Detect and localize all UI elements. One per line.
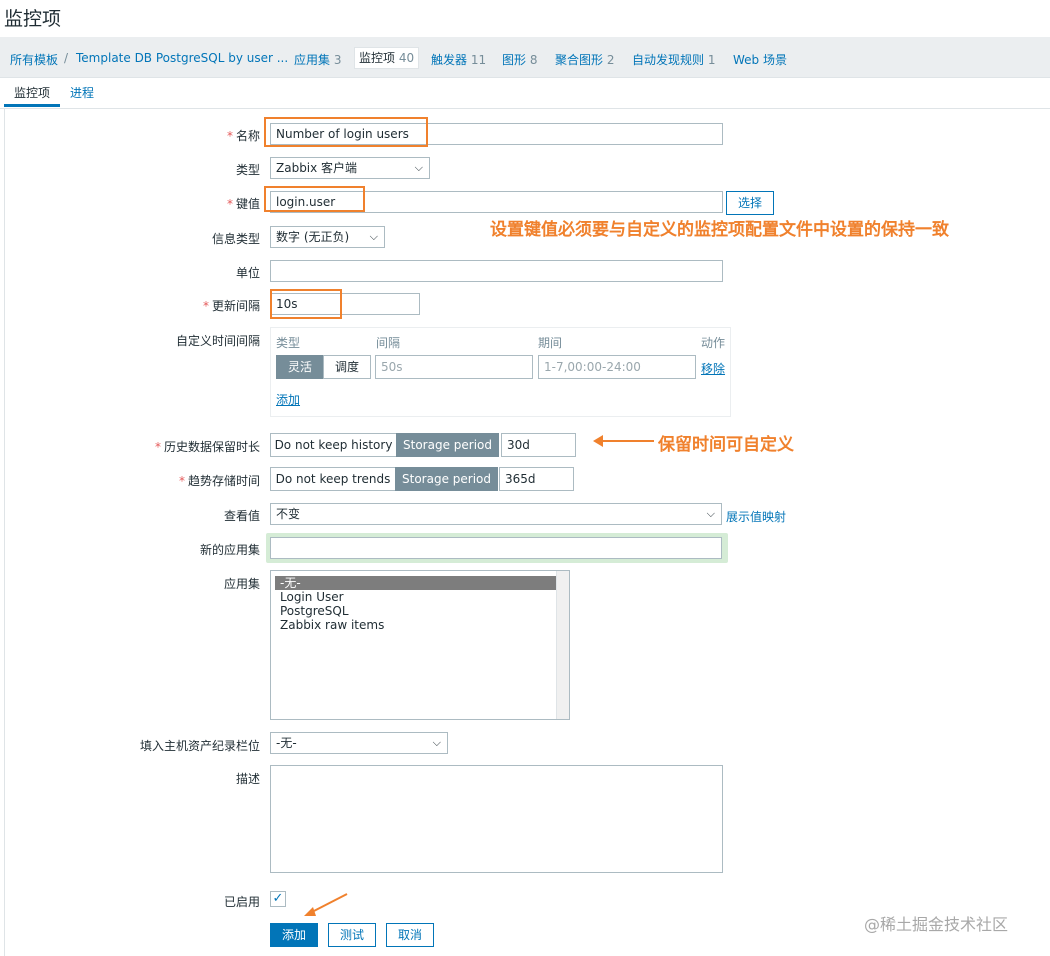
arrow-icon [304, 893, 348, 916]
custom-intervals-header-action: 动作 [701, 336, 726, 350]
chevron-down-icon: ⌵ [414, 161, 423, 174]
list-item[interactable]: -无- [275, 576, 557, 590]
scheduling-toggle[interactable]: 调度 [323, 355, 371, 379]
breadcrumb-separator: / [64, 51, 69, 65]
trends-label: * 趋势存储时间 [178, 474, 260, 488]
key-highlight-box [264, 186, 365, 212]
chevron-down-icon: ⌵ [706, 507, 715, 520]
interval-input[interactable]: 50s [375, 355, 533, 379]
new-application-label: 新的应用集 [199, 543, 260, 557]
show-value-select[interactable]: 不变 ⌵ [270, 503, 722, 525]
nav-discovery-rules[interactable]: 自动发现规则 1 [632, 51, 715, 68]
list-item[interactable]: Zabbix raw items [275, 618, 557, 632]
trends-period-input[interactable]: 365d [499, 467, 574, 491]
watermark: @稀土掘金技术社区 [864, 915, 1009, 934]
history-storage-period-toggle[interactable]: Storage period [396, 433, 499, 457]
name-label: * 名称 [226, 129, 260, 143]
show-value-label: 查看值 [223, 509, 260, 523]
inventory-select[interactable]: -无- ⌵ [270, 732, 448, 754]
trends-do-not-keep-toggle[interactable]: Do not keep trends [270, 467, 396, 491]
custom-intervals-header-period: 期间 [538, 336, 563, 350]
remove-interval-link[interactable]: 移除 [701, 360, 725, 377]
custom-intervals-header-type: 类型 [276, 336, 301, 350]
tab-item[interactable]: 监控项 [14, 84, 50, 101]
arrow-left-icon [593, 435, 603, 447]
breadcrumb-template[interactable]: Template DB PostgreSQL by user ... [76, 51, 288, 65]
type-select[interactable]: Zabbix 客户端 ⌵ [270, 157, 430, 179]
description-textarea[interactable] [270, 765, 723, 873]
history-label: * 历史数据保留时长 [154, 440, 260, 454]
enabled-label: 已启用 [223, 895, 260, 909]
chevron-down-icon: ⌵ [432, 736, 441, 749]
listbox-scrollbar[interactable] [556, 571, 569, 719]
type-label: 类型 [235, 163, 260, 177]
flexible-toggle[interactable]: 灵活 [276, 355, 324, 379]
nav-screens[interactable]: 聚合图形 2 [555, 51, 614, 68]
history-do-not-keep-toggle[interactable]: Do not keep history [270, 433, 397, 457]
period-input[interactable]: 1-7,00:00-24:00 [538, 355, 696, 379]
applications-listbox[interactable]: -无- Login User PostgreSQL Zabbix raw ite… [270, 570, 570, 720]
info-type-select[interactable]: 数字 (无正负) ⌵ [270, 226, 385, 248]
update-interval-highlight-box [270, 289, 342, 319]
custom-intervals-header-interval: 间隔 [376, 336, 401, 350]
applications-label: 应用集 [223, 577, 260, 591]
list-item[interactable]: PostgreSQL [275, 604, 557, 618]
new-application-input[interactable] [270, 537, 722, 559]
add-interval-link[interactable]: 添加 [276, 391, 300, 408]
breadcrumb-all-templates[interactable]: 所有模板 [10, 51, 58, 68]
update-interval-label: * 更新间隔 [202, 299, 260, 313]
custom-intervals-label: 自定义时间间隔 [175, 334, 260, 348]
value-mapping-link[interactable]: 展示值映射 [726, 508, 786, 525]
description-label: 描述 [235, 772, 260, 786]
nav-graphs[interactable]: 图形 8 [502, 51, 537, 68]
test-button[interactable]: 测试 [328, 923, 376, 947]
history-arrow-line [596, 440, 654, 442]
chevron-down-icon: ⌵ [369, 230, 378, 243]
key-annotation: 设置键值必须要与自定义的监控项配置文件中设置的保持一致 [490, 220, 949, 240]
page-title: 监控项 [4, 8, 62, 30]
enabled-checkbox[interactable]: ✓ [270, 891, 286, 907]
tab-active-indicator [4, 104, 60, 107]
tab-preprocessing[interactable]: 进程 [70, 84, 94, 101]
nav-web-scenarios[interactable]: Web 场景 [733, 51, 787, 68]
check-icon: ✓ [272, 891, 284, 906]
cancel-button[interactable]: 取消 [386, 923, 434, 947]
add-button[interactable]: 添加 [270, 923, 318, 947]
list-item[interactable]: Login User [275, 590, 557, 604]
trends-storage-period-toggle[interactable]: Storage period [395, 467, 498, 491]
nav-applications[interactable]: 应用集 3 [294, 51, 341, 68]
key-select-button[interactable]: 选择 [726, 191, 774, 215]
key-label: * 键值 [226, 197, 260, 211]
units-input[interactable] [270, 260, 723, 282]
history-annotation: 保留时间可自定义 [658, 435, 794, 455]
inventory-label: 填入主机资产纪录栏位 [139, 739, 260, 753]
name-highlight-box [264, 117, 428, 147]
nav-items[interactable]: 监控项 40 [354, 47, 420, 69]
info-type-label: 信息类型 [211, 232, 260, 246]
nav-triggers[interactable]: 触发器 11 [431, 51, 486, 68]
tab-bar [0, 78, 1050, 109]
units-label: 单位 [235, 266, 260, 280]
history-period-input[interactable]: 30d [501, 433, 576, 457]
